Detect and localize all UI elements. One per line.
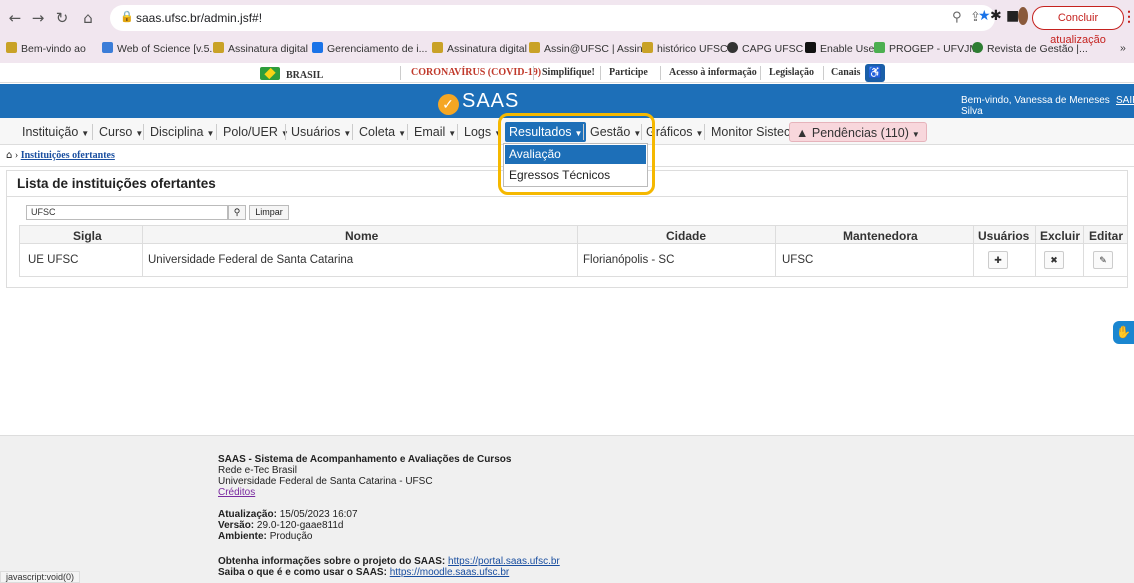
bookmark-item[interactable]: Revista de Gestão |...	[972, 42, 1088, 55]
simplifique-link[interactable]: Simplifique!	[542, 67, 595, 78]
filter-input[interactable]: UFSC	[26, 205, 228, 220]
pendencias-button[interactable]: ▲ Pendências (110) ▼	[789, 122, 927, 142]
col-usuarios: Usuários	[978, 229, 1030, 243]
edit-button[interactable]: ✎	[1093, 251, 1113, 269]
credits-link[interactable]: Créditos	[218, 487, 255, 498]
bookmark-star-icon[interactable]: ★	[978, 8, 991, 24]
accessibility-widget-icon[interactable]: ✋	[1113, 321, 1134, 344]
table-row: UE UFSC Universidade Federal de Santa Ca…	[19, 244, 1128, 277]
canais-link[interactable]: Canais	[831, 67, 860, 78]
menu-usuarios[interactable]: Usuários ▼	[291, 122, 351, 142]
col-mantenedora[interactable]: Mantenedora	[843, 229, 918, 243]
bookmark-item[interactable]: Assinatura digital	[213, 42, 308, 55]
address-bar[interactable]: 🔒 saas.ufsc.br/admin.jsf#! ⚲ ⇪	[110, 5, 995, 31]
menu-email[interactable]: Email ▼	[414, 122, 456, 142]
cell-nome: Universidade Federal de Santa Catarina	[148, 254, 354, 266]
brasil-link[interactable]: BRASIL	[260, 67, 323, 81]
col-nome[interactable]: Nome	[345, 229, 378, 243]
forward-icon[interactable]: →	[28, 8, 48, 28]
moodle-link[interactable]: https://moodle.saas.ufsc.br	[390, 567, 510, 578]
footer-line1: Rede e-Tec Brasil	[218, 465, 297, 476]
cell-cidade: Florianópolis - SC	[583, 254, 675, 266]
footer-title: SAAS - Sistema de Acompanhamento e Avali…	[218, 454, 512, 465]
home-icon[interactable]: ⌂	[6, 150, 12, 161]
bookmark-item[interactable]: Enable User	[805, 42, 878, 55]
warning-icon: ▲	[796, 126, 809, 140]
menu-logs[interactable]: Logs ▼	[464, 122, 502, 142]
add-user-button[interactable]: ✚	[988, 251, 1008, 269]
acesso-informacao-link[interactable]: Acesso à informação	[669, 67, 757, 78]
breadcrumb-instituicoes[interactable]: Instituições ofertantes	[21, 150, 115, 161]
page-title: Lista de instituições ofertantes	[17, 176, 216, 191]
menu-polo[interactable]: Polo/UER▼	[223, 122, 289, 142]
footer	[0, 435, 1134, 583]
status-bar: javascript:void(0)	[0, 571, 81, 583]
bookmark-item[interactable]: Assin@UFSC | Assin...	[529, 42, 651, 55]
bookmarks-more-icon[interactable]: »	[1120, 42, 1126, 54]
breadcrumb: ⌂ › Instituições ofertantes	[6, 150, 115, 161]
menu-disciplina[interactable]: Disciplina ▼	[150, 122, 214, 142]
footer-environment: Ambiente: Produção	[218, 531, 313, 542]
search-icon[interactable]: ⚲	[228, 205, 246, 220]
menu-curso[interactable]: Curso ▼	[99, 122, 143, 142]
participe-link[interactable]: Participe	[609, 67, 648, 78]
menu-monitor-sistec[interactable]: Monitor Sistec	[711, 122, 790, 142]
saas-logo[interactable]: ✓ SAAS	[438, 90, 519, 115]
col-editar: Editar	[1089, 229, 1124, 243]
accessibility-icon[interactable]: ♿	[865, 64, 885, 82]
cell-mantenedora: UFSC	[782, 254, 814, 266]
reload-icon[interactable]: ↻	[52, 8, 72, 28]
bookmark-item[interactable]: Bem-vindo ao	[6, 42, 86, 55]
legislacao-link[interactable]: Legislação	[769, 67, 814, 78]
logout-link[interactable]: SAIR	[1116, 95, 1134, 106]
menu-coleta[interactable]: Coleta ▼	[359, 122, 406, 142]
url-text: saas.ufsc.br/admin.jsf#!	[136, 11, 263, 25]
zoom-icon[interactable]: ⚲	[952, 10, 962, 25]
portal-link[interactable]: https://portal.saas.ufsc.br	[448, 556, 560, 567]
browser-chrome: ← → ↻ ⌂ 🔒 saas.ufsc.br/admin.jsf#! ⚲ ⇪ ★…	[0, 0, 1134, 63]
bookmark-item[interactable]: Gerenciamento de i...	[312, 42, 427, 55]
footer-update: Atualização: 15/05/2023 16:07	[218, 509, 358, 520]
bookmark-item[interactable]: histórico UFSC	[642, 42, 728, 55]
bookmark-item[interactable]: Assinatura digital	[432, 42, 527, 55]
update-button[interactable]: Concluir atualização	[1032, 6, 1124, 46]
profile-avatar[interactable]	[1018, 7, 1028, 25]
bookmarks-bar: Bem-vindo ao Web of Science [v.5... Assi…	[0, 39, 1134, 59]
browser-toolbar: ← → ↻ ⌂ 🔒 saas.ufsc.br/admin.jsf#! ⚲ ⇪ ★…	[0, 0, 1134, 46]
clear-button[interactable]: Limpar	[249, 205, 289, 220]
bookmark-item[interactable]: CAPG UFSC	[727, 42, 803, 55]
brazil-flag-icon	[260, 67, 280, 80]
footer-version: Versão: 29.0-120-gaae811d	[218, 520, 344, 531]
check-icon: ✓	[438, 94, 459, 115]
footer-info2: Saiba o que é e como usar o SAAS: https:…	[218, 567, 510, 578]
extensions-icon[interactable]: ✱	[990, 8, 1002, 24]
cell-sigla: UE UFSC	[28, 254, 79, 266]
gov-bar: BRASIL CORONAVÍRUS (COVID-19) Simplifiqu…	[0, 63, 1134, 83]
col-cidade[interactable]: Cidade	[666, 229, 706, 243]
covid-link[interactable]: CORONAVÍRUS (COVID-19)	[411, 67, 541, 78]
table-header: Sigla Nome Cidade Mantenedora Usuários E…	[19, 225, 1128, 245]
col-sigla[interactable]: Sigla	[73, 229, 102, 243]
lock-icon: 🔒	[120, 10, 134, 23]
footer-line2: Universidade Federal de Santa Catarina -…	[218, 476, 433, 487]
bookmark-item[interactable]: Web of Science [v.5...	[102, 42, 218, 55]
delete-button[interactable]: ✖	[1044, 251, 1064, 269]
col-excluir: Excluir	[1040, 229, 1081, 243]
browser-menu-icon[interactable]: ⋮	[1122, 8, 1134, 25]
footer-info1: Obtenha informações sobre o projeto do S…	[218, 556, 560, 567]
home-icon[interactable]: ⌂	[78, 8, 98, 28]
bookmark-item[interactable]: PROGEP - UFVJM	[874, 42, 978, 55]
back-icon[interactable]: ←	[5, 8, 25, 28]
welcome-text: Bem-vindo, Vanessa de Meneses Silva	[961, 95, 1110, 117]
menu-instituicao[interactable]: Instituição ▼	[22, 122, 89, 142]
highlight-box	[498, 113, 655, 195]
